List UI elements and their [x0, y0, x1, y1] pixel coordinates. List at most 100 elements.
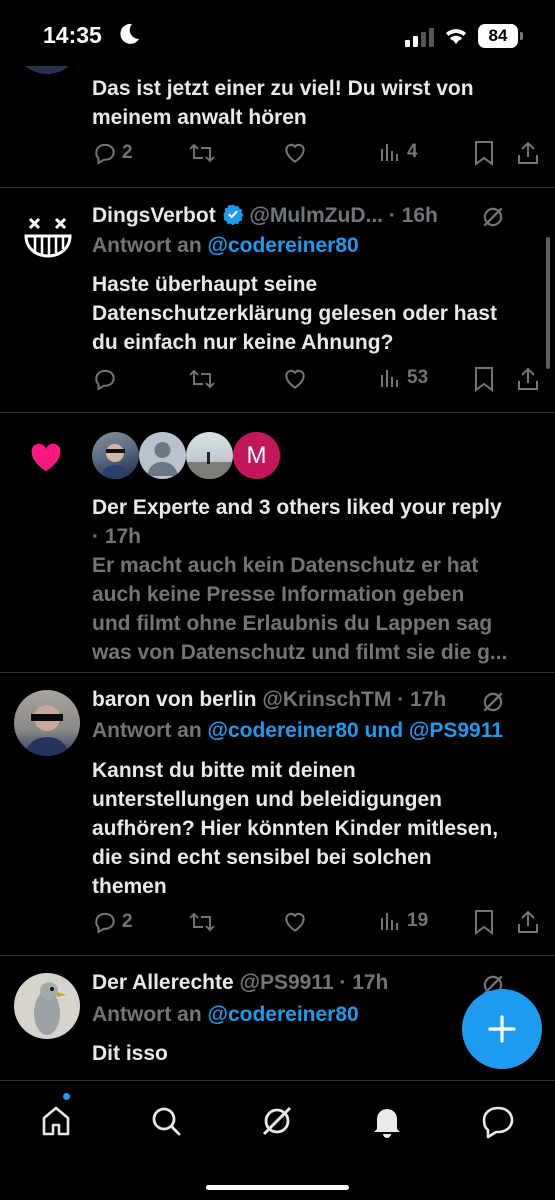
- tweet-text[interactable]: Das ist jetzt einer zu viel! Du wirst vo…: [92, 74, 542, 132]
- avatar[interactable]: [139, 432, 186, 479]
- divider: [0, 187, 555, 188]
- tweet-text-line: Haste überhaupt seine: [92, 273, 318, 296]
- heart-filled-icon: [31, 443, 61, 472]
- mention-link[interactable]: @codereiner80: [208, 1003, 359, 1026]
- user-handle[interactable]: @KrinschTM: [262, 688, 391, 711]
- notification-time: · 17h: [92, 525, 142, 548]
- reply-count: 2: [122, 142, 133, 163]
- reply-bubble-icon: [95, 143, 115, 165]
- notification-text[interactable]: Der Experte and 3 others liked your repl…: [92, 493, 547, 667]
- bookmark-icon: [475, 141, 493, 166]
- view-count: 4: [407, 141, 418, 162]
- like-button[interactable]: [282, 140, 308, 166]
- retweet-icon: [189, 369, 215, 389]
- avatar[interactable]: M: [233, 432, 280, 479]
- preview-line: auch keine Presse Information geben: [92, 583, 465, 606]
- tweet-text[interactable]: Kannst du bitte mit deinen unterstellung…: [92, 756, 547, 901]
- tweet-actions: 2 19: [92, 909, 542, 941]
- reply-button[interactable]: 2: [92, 140, 133, 166]
- tweet-header: DingsVerbot @MulmZuD... · 16h: [92, 203, 438, 228]
- avatar[interactable]: [14, 690, 80, 756]
- tweet-time: · 17h: [339, 971, 389, 994]
- tweet-text-line: Kannst du bitte mit deinen: [92, 759, 356, 782]
- status-bar: 14:35 84: [0, 0, 555, 66]
- tweet-text-line: Datenschutzerklärung gelesen oder hast: [92, 302, 497, 325]
- retweet-button[interactable]: [188, 909, 216, 935]
- bookmark-icon: [475, 910, 493, 935]
- tweet-text[interactable]: Dit isso: [92, 1039, 452, 1068]
- divider: [0, 955, 555, 956]
- share-button[interactable]: [516, 366, 540, 392]
- display-name[interactable]: baron von berlin: [92, 688, 257, 711]
- reply-prefix: Antwort an: [92, 1003, 202, 1026]
- user-handle[interactable]: @MulmZuD...: [249, 204, 383, 227]
- tweet-time: · 17h: [397, 688, 447, 711]
- retweet-icon: [189, 143, 215, 163]
- preview-line: was von Datenschutz und filmt sie die g.…: [92, 641, 508, 664]
- avatar[interactable]: [186, 432, 233, 479]
- retweet-button[interactable]: [188, 366, 216, 392]
- reply-prefix: Antwort an: [92, 719, 202, 742]
- bottom-tab-bar: [0, 1080, 555, 1200]
- tweet-actions: 2 4: [92, 140, 542, 172]
- bird-figure-photo: [34, 982, 66, 1035]
- share-icon: [518, 141, 538, 164]
- mention-link[interactable]: @codereiner80 und @PS9911: [208, 719, 503, 742]
- views-button[interactable]: 4: [379, 140, 418, 164]
- avatar[interactable]: [92, 432, 139, 479]
- display-name[interactable]: Der Allerechte: [92, 971, 234, 994]
- reply-context: Antwort an @codereiner80: [92, 1003, 359, 1027]
- battery-indicator: 84: [478, 24, 518, 48]
- share-button[interactable]: [516, 909, 540, 935]
- heart-icon: [285, 912, 305, 932]
- bookmark-icon: [475, 367, 493, 392]
- like-button[interactable]: [282, 366, 308, 392]
- wifi-icon: [443, 24, 469, 51]
- tweet-header: Der Allerechte @PS9911 · 17h: [92, 971, 388, 995]
- reply-button[interactable]: 2: [92, 909, 133, 935]
- views-button[interactable]: 53: [379, 366, 428, 390]
- cellular-signal-icon: [405, 27, 435, 52]
- notifications-bell-icon[interactable]: [367, 1101, 407, 1141]
- like-button[interactable]: [282, 909, 308, 935]
- search-icon[interactable]: [146, 1101, 186, 1141]
- compose-button[interactable]: [462, 989, 542, 1069]
- share-button[interactable]: [516, 140, 540, 166]
- notification-preview: Er macht auch kein Datenschutz er hat au…: [92, 551, 547, 667]
- moon-icon: [118, 22, 140, 51]
- person-photo: [100, 444, 130, 479]
- new-posts-dot: [63, 1093, 70, 1100]
- scroll-indicator: [546, 237, 550, 369]
- user-handle[interactable]: @PS9911: [239, 971, 333, 994]
- reply-button[interactable]: [92, 366, 122, 392]
- reply-context: Antwort an @codereiner80: [92, 234, 359, 258]
- tweet-text[interactable]: Haste überhaupt seine Datenschutzerkläru…: [92, 270, 542, 357]
- tweet-text-line: du einfach nur keine Ahnung?: [92, 331, 394, 354]
- grok-icon[interactable]: [480, 689, 506, 715]
- tweet-header: baron von berlin @KrinschTM · 17h: [92, 688, 446, 712]
- view-count: 53: [407, 367, 429, 388]
- views-bars-icon: [381, 144, 398, 161]
- bookmark-button[interactable]: [473, 909, 495, 935]
- bookmark-button[interactable]: [473, 140, 495, 166]
- messages-icon[interactable]: [478, 1101, 518, 1141]
- grok-icon[interactable]: [257, 1101, 297, 1141]
- avatar[interactable]: [14, 973, 80, 1039]
- bookmark-button[interactable]: [473, 366, 495, 392]
- home-icon[interactable]: [36, 1101, 76, 1141]
- share-icon: [518, 367, 538, 390]
- grok-icon[interactable]: [480, 204, 506, 230]
- reply-prefix: Antwort an: [92, 234, 202, 257]
- mention-link[interactable]: @codereiner80: [208, 234, 359, 257]
- preview-line: Er macht auch kein Datenschutz er hat: [92, 554, 479, 577]
- home-indicator: [206, 1185, 349, 1190]
- tweet-text-line: themen: [92, 875, 167, 898]
- avatar[interactable]: [18, 205, 78, 265]
- plus-icon: [488, 1015, 516, 1043]
- display-name[interactable]: DingsVerbot: [92, 204, 216, 227]
- retweet-button[interactable]: [188, 140, 216, 166]
- dead-face-logo: [24, 217, 72, 258]
- tweet-text-line: unterstellungen und beleidigungen: [92, 788, 442, 811]
- avatar-initial: M: [246, 442, 267, 469]
- views-button[interactable]: 19: [379, 909, 428, 933]
